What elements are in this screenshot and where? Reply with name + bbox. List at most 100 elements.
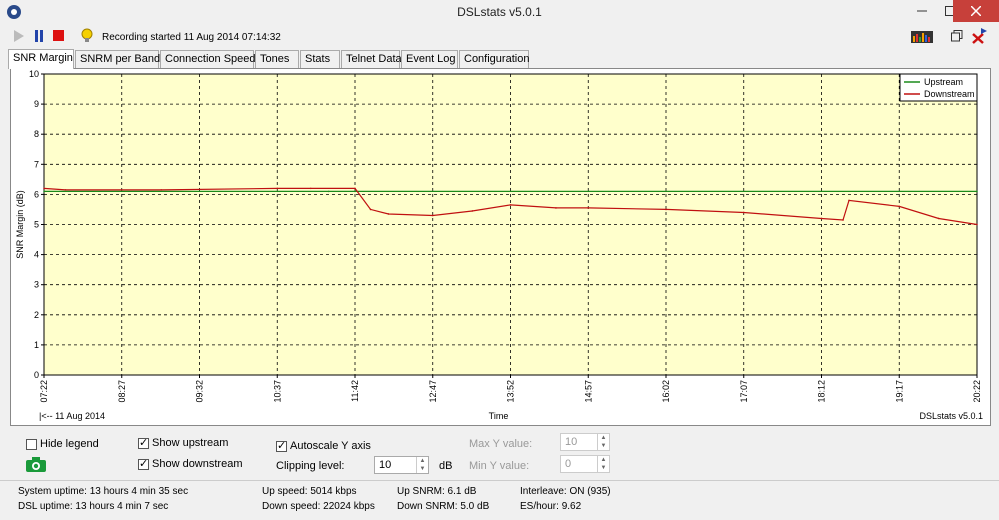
tab-snr-margin[interactable]: SNR Margin [8, 49, 74, 69]
autoscale-y-checkbox[interactable]: Autoscale Y axis [276, 439, 371, 452]
autoscale-y-box[interactable] [276, 439, 287, 452]
show-upstream-label: Show upstream [152, 437, 229, 449]
x-tick-label: 19:17 [894, 380, 904, 403]
x-tick-label: 10:37 [272, 380, 282, 403]
play-icon [14, 30, 24, 42]
show-downstream-label: Show downstream [152, 458, 243, 470]
snapshot-button[interactable] [26, 457, 46, 475]
data-point-downstream [509, 204, 512, 206]
data-point-downstream [842, 219, 844, 221]
chart-view-button[interactable] [910, 27, 934, 45]
legend-label-upstream: Upstream [924, 77, 963, 87]
y-tick-label: 6 [34, 189, 39, 199]
x-axis-label: Time [489, 411, 509, 421]
max-y-label: Max Y value: [469, 438, 533, 450]
interleave: Interleave: ON (935) [520, 486, 611, 497]
help-button[interactable] [78, 27, 96, 45]
dsl-uptime: DSL uptime: 13 hours 4 min 7 sec [18, 501, 169, 512]
close-button[interactable] [953, 0, 999, 22]
down-snrm: Down SNRM: 5.0 dB [397, 501, 490, 512]
status-bar: System uptime: 13 hours 4 min 35 sec DSL… [0, 480, 999, 520]
show-downstream-box[interactable] [138, 457, 149, 470]
max-y-input[interactable]: 10 ▲ ▼ [560, 433, 610, 451]
data-point-downstream [309, 187, 312, 190]
min-y-stepper[interactable]: ▲ ▼ [597, 456, 609, 472]
show-upstream-checkbox[interactable]: Show upstream [138, 436, 229, 449]
clipping-unit-label: dB [439, 460, 453, 472]
hide-legend-box[interactable] [26, 438, 37, 450]
data-point-upstream [43, 190, 45, 193]
chart-controls: Hide legend Show upstream Show downstrea… [0, 430, 999, 480]
data-point-downstream [387, 213, 390, 215]
tab-snrm-per-band[interactable]: SNRM per Band [75, 50, 160, 68]
toolbar: Recording started 11 Aug 2014 07:14:32 [0, 24, 999, 48]
min-y-value: 0 [565, 458, 572, 470]
x-tick-label: 11:42 [350, 380, 360, 402]
data-point-downstream [276, 187, 279, 190]
autoscale-y-label: Autoscale Y axis [290, 440, 371, 452]
y-tick-label: 3 [34, 280, 39, 290]
data-point-downstream [820, 217, 823, 220]
x-tick-label: 20:22 [972, 380, 982, 403]
tab-event-log[interactable]: Event Log [401, 50, 458, 68]
data-point-downstream [587, 207, 590, 209]
title-bar: DSLstats v5.0.1 [0, 0, 999, 24]
data-point-downstream [160, 189, 163, 191]
chart-legend: Upstream Downstream [899, 73, 978, 102]
y-tick-label: 1 [34, 340, 39, 350]
clipping-level-input[interactable]: 10 ▲ ▼ [374, 456, 429, 474]
tab-tones[interactable]: Tones [255, 50, 299, 68]
clipping-level-value: 10 [379, 459, 392, 471]
window-title: DSLstats v5.0.1 [457, 5, 542, 19]
bar-chart-icon [911, 31, 933, 43]
data-point-downstream [555, 207, 557, 209]
data-point-upstream [354, 190, 356, 193]
exit-icon [972, 28, 987, 44]
data-point-downstream [43, 187, 45, 190]
y-tick-label: 4 [34, 250, 39, 260]
clipping-level-stepper[interactable]: ▲ ▼ [416, 457, 428, 473]
data-point-upstream [327, 190, 330, 193]
min-y-input[interactable]: 0 ▲ ▼ [560, 455, 610, 473]
y-tick-label: 10 [29, 69, 39, 79]
x-tick-label: 12:47 [428, 380, 438, 403]
data-point-downstream [64, 189, 67, 191]
pause-button[interactable] [30, 27, 48, 45]
close-icon [971, 6, 981, 16]
play-button[interactable] [10, 27, 28, 45]
show-downstream-checkbox[interactable]: Show downstream [138, 457, 243, 470]
data-point-downstream [369, 208, 372, 211]
max-y-value: 10 [565, 436, 578, 448]
lightbulb-icon [81, 28, 93, 42]
restore-button[interactable] [948, 27, 966, 45]
data-point-downstream [848, 199, 850, 202]
data-point-downstream [471, 210, 474, 212]
tab-configuration[interactable]: Configuration [459, 50, 529, 68]
data-point-upstream [976, 190, 978, 193]
x-tick-label: 08:27 [117, 380, 127, 403]
window-restore-icon [951, 30, 963, 42]
camera-icon [26, 457, 46, 472]
x-tick-label: 13:52 [506, 380, 516, 403]
pause-icon [35, 30, 43, 42]
min-y-label: Min Y value: [469, 460, 530, 472]
tab-connection-speed[interactable]: Connection Speed [160, 50, 256, 68]
stop-icon [53, 30, 64, 41]
es-per-hour: ES/hour: 9.62 [520, 501, 582, 512]
stop-button[interactable] [50, 27, 68, 45]
max-y-stepper[interactable]: ▲ ▼ [597, 434, 609, 450]
x-tick-label: 09:32 [195, 380, 205, 403]
data-point-downstream [937, 217, 940, 220]
exit-button[interactable] [970, 27, 988, 45]
y-tick-label: 0 [34, 370, 39, 380]
tab-stats[interactable]: Stats [300, 50, 340, 68]
data-point-downstream [431, 214, 434, 217]
data-point-downstream [354, 187, 356, 190]
x-tick-label: 16:02 [661, 380, 671, 403]
tab-telnet-data[interactable]: Telnet Data [341, 50, 402, 68]
recording-status: Recording started 11 Aug 2014 07:14:32 [102, 32, 281, 43]
show-upstream-box[interactable] [138, 436, 149, 449]
hide-legend-checkbox[interactable]: Hide legend [26, 438, 99, 450]
clipping-level-label: Clipping level: [276, 460, 345, 472]
y-tick-label: 9 [34, 99, 39, 109]
